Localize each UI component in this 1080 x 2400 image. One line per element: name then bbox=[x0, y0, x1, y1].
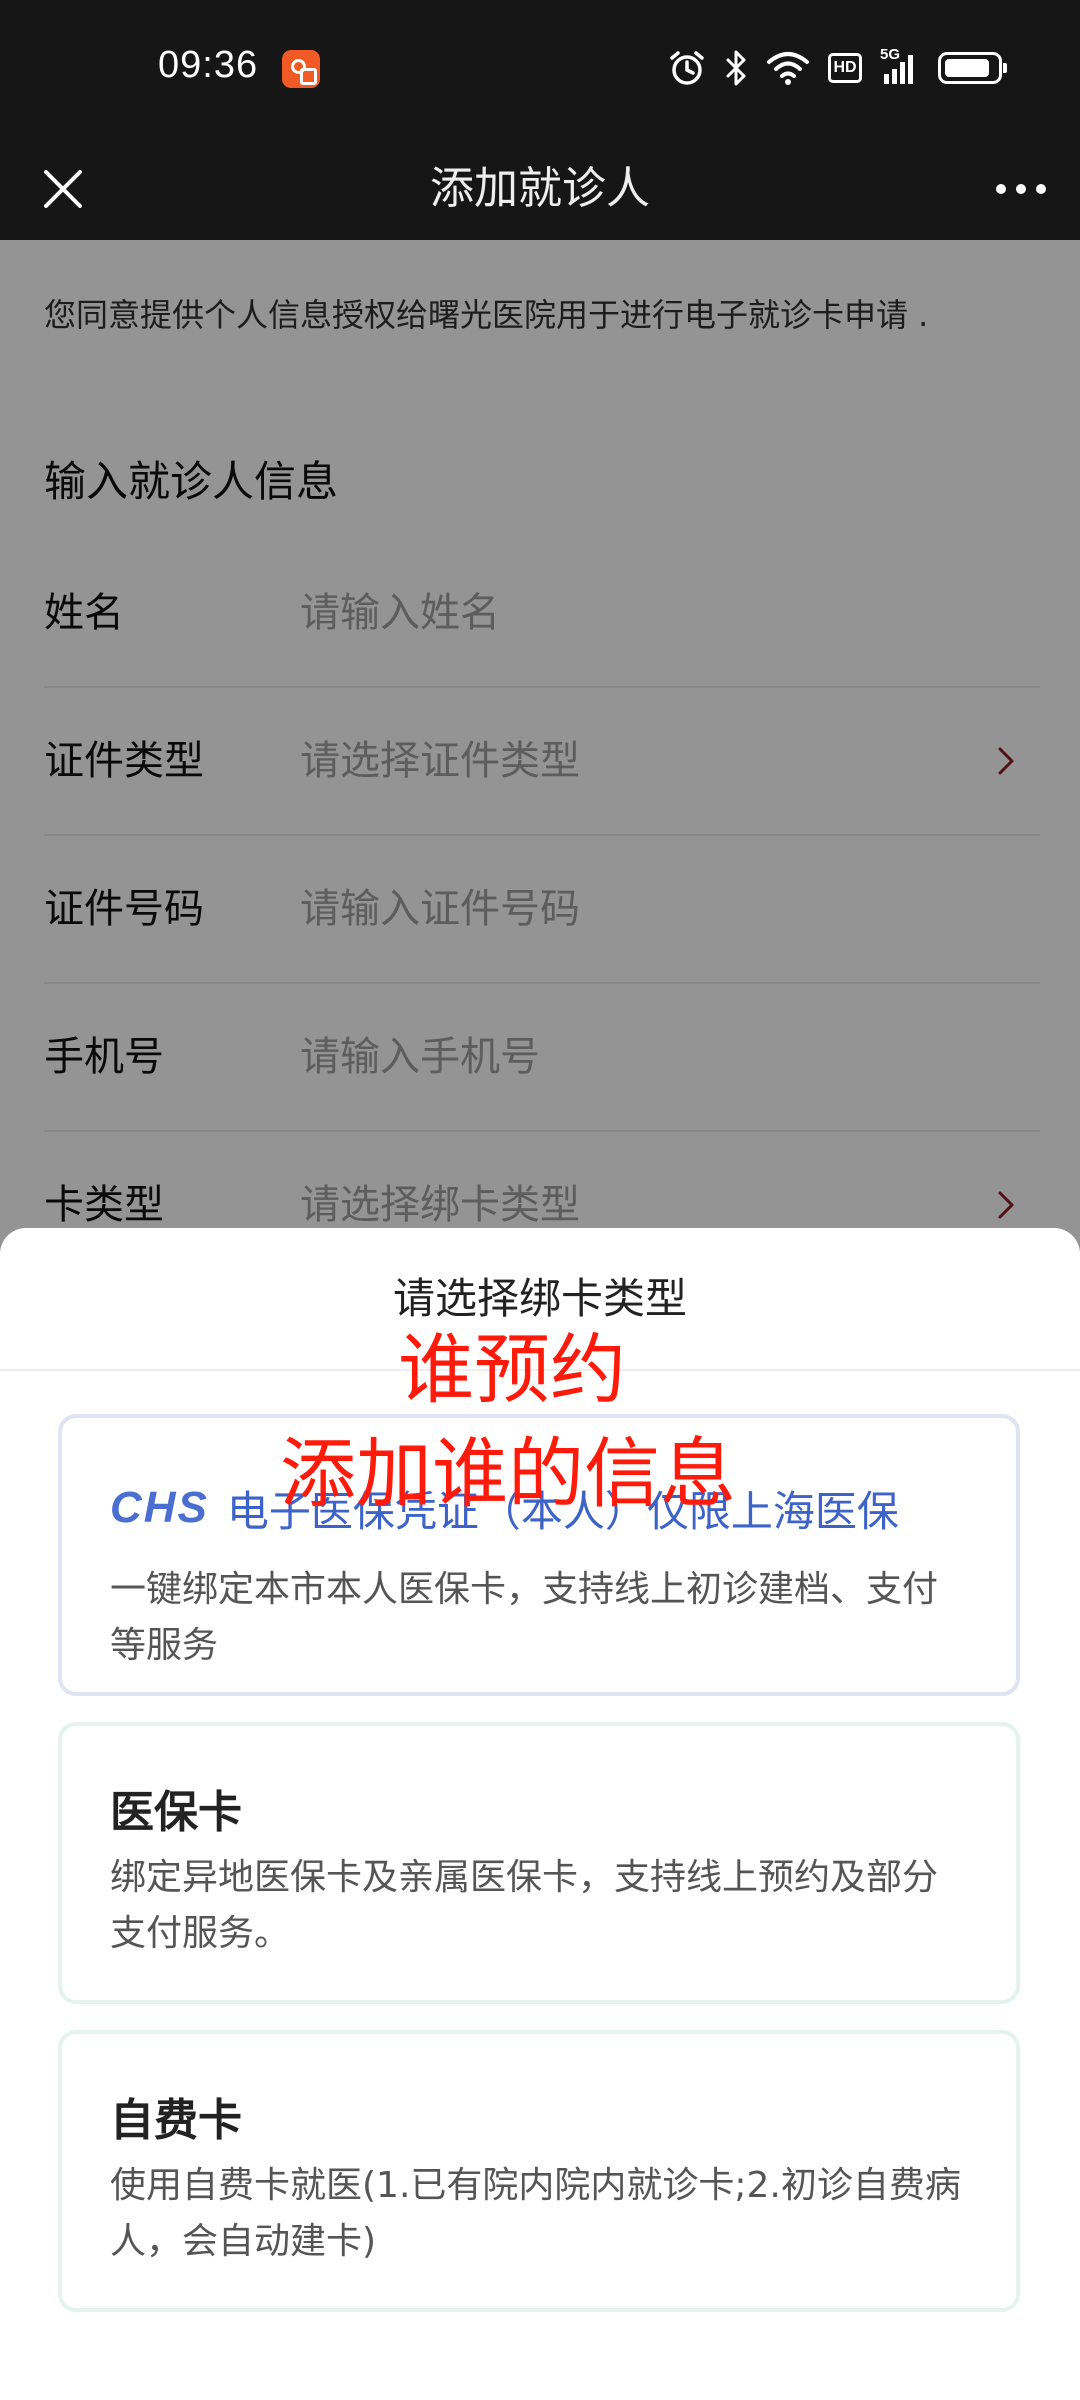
option-title: 自费卡 bbox=[110, 2095, 242, 2146]
status-time: 09:36 bbox=[158, 44, 259, 86]
option-description: 一键绑定本市本人医保卡，支持线上初诊建档、支付等服务 bbox=[110, 1569, 939, 1666]
option-description: 绑定异地医保卡及亲属医保卡，支持线上预约及部分支付服务。 bbox=[110, 1857, 939, 1954]
status-bar: 09:36 HD 5G bbox=[0, 0, 1080, 138]
option-description: 使用自费卡就医(1.已有院内院内就诊卡;2.初诊自费病人，会自动建卡) bbox=[110, 2165, 961, 2262]
more-icon-dot bbox=[1036, 184, 1046, 194]
option-medical-insurance-card[interactable]: 医保卡 绑定异地医保卡及亲属医保卡，支持线上预约及部分支付服务。 bbox=[58, 1722, 1020, 2004]
chs-logo: CHS bbox=[110, 1483, 209, 1532]
hd-badge: HD bbox=[828, 53, 862, 83]
more-icon bbox=[996, 184, 1006, 194]
more-button[interactable] bbox=[988, 160, 1054, 218]
battery-icon bbox=[938, 52, 1007, 84]
annotation-add-whose-info: 添加谁的信息 bbox=[280, 1429, 736, 1518]
alarm-icon bbox=[668, 49, 706, 87]
5g-signal-icon: 5G bbox=[880, 46, 920, 86]
more-icon-dot bbox=[1016, 184, 1026, 194]
status-icons: HD 5G bbox=[668, 46, 1007, 90]
nav-bar: 添加就诊人 bbox=[0, 138, 1080, 240]
bluetooth-icon bbox=[724, 49, 748, 87]
option-title: 医保卡 bbox=[110, 1787, 242, 1838]
annotation-who-books: 谁预约 bbox=[398, 1325, 626, 1414]
app-notification-icon bbox=[282, 50, 320, 88]
option-self-pay-card[interactable]: 自费卡 使用自费卡就医(1.已有院内院内就诊卡;2.初诊自费病人，会自动建卡) bbox=[58, 2030, 1020, 2312]
page-title: 添加就诊人 bbox=[430, 163, 650, 214]
wifi-icon bbox=[766, 50, 810, 86]
